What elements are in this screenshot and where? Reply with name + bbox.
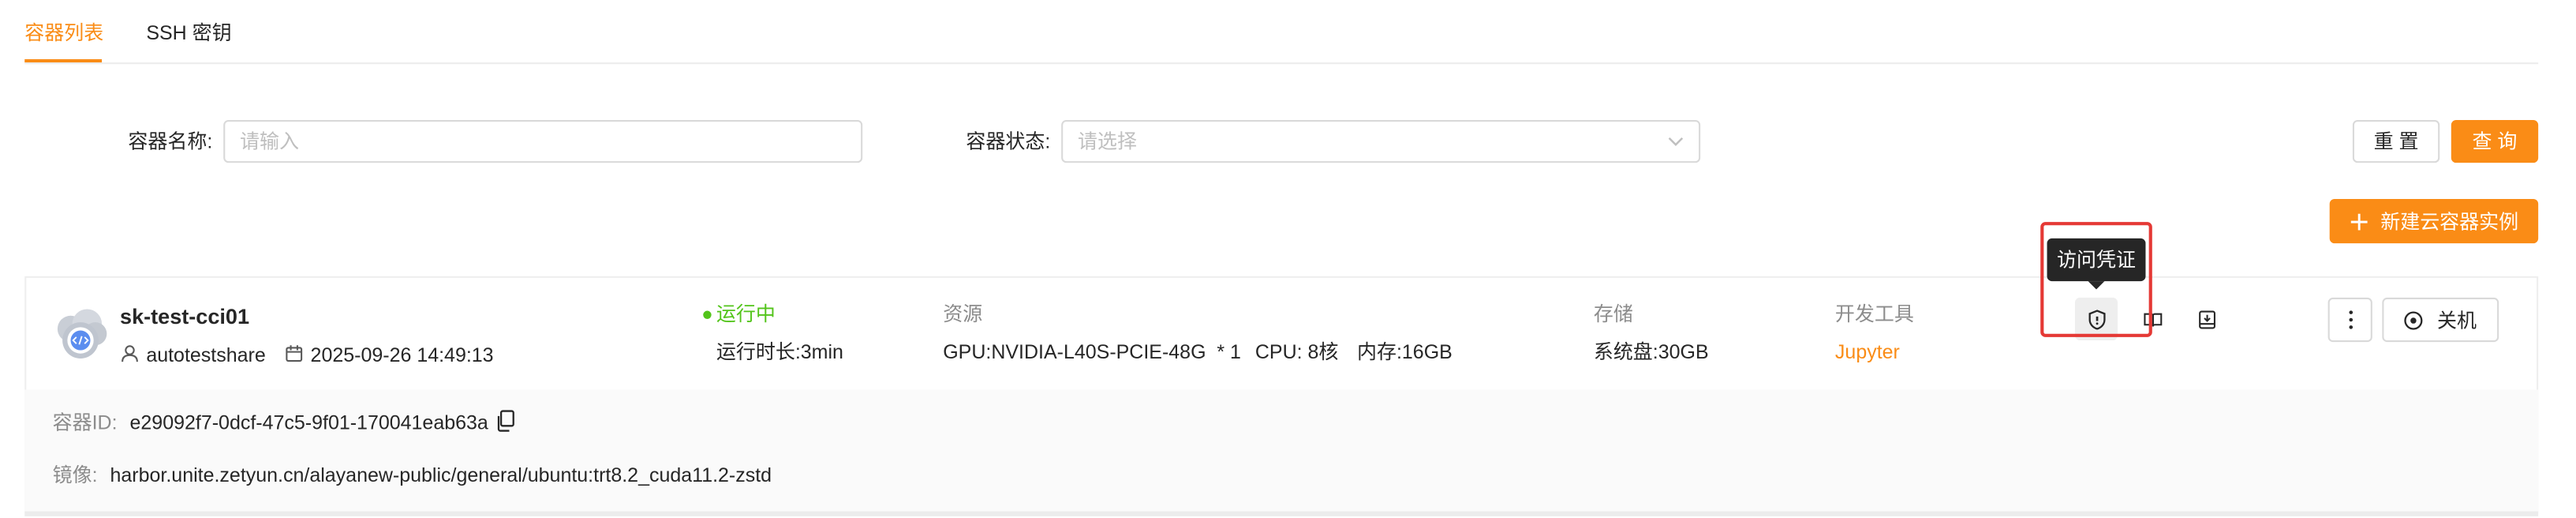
create-container-label: 新建云容器实例 bbox=[2380, 209, 2519, 233]
shutdown-button[interactable]: 关机 bbox=[2382, 297, 2499, 343]
more-actions-button[interactable] bbox=[2327, 297, 2372, 343]
container-avatar-icon bbox=[57, 309, 107, 358]
save-icon bbox=[2198, 310, 2215, 328]
status-dot bbox=[703, 310, 712, 319]
container-id-value: e29092f7-0dcf-47c5-9f01-170041eab63a bbox=[129, 411, 488, 434]
container-status-placeholder: 请选择 bbox=[1077, 130, 1137, 153]
copy-icon[interactable] bbox=[495, 409, 516, 432]
plus-icon bbox=[2350, 212, 2368, 230]
reset-button-label: 重 置 bbox=[2373, 130, 2419, 153]
calendar-icon bbox=[286, 345, 303, 362]
runtime-text: 运行时长:3min bbox=[716, 340, 843, 364]
memory-spec: 内存:16GB bbox=[1356, 340, 1453, 364]
reset-button[interactable]: 重 置 bbox=[2352, 120, 2440, 163]
power-icon bbox=[2405, 310, 2424, 329]
container-id-label: 容器ID: bbox=[52, 411, 118, 434]
card-bottom-shadow bbox=[24, 511, 2539, 516]
status-badge: 运行中 bbox=[716, 302, 776, 326]
jupyter-link[interactable]: Jupyter bbox=[1835, 339, 1900, 365]
container-name[interactable]: sk-test-cci01 bbox=[120, 304, 249, 330]
highlight-box bbox=[2040, 222, 2152, 337]
chevron-down-icon bbox=[1668, 137, 1684, 147]
create-container-button[interactable]: 新建云容器实例 bbox=[2329, 198, 2539, 244]
cpu-spec: CPU: 8核 bbox=[1254, 340, 1339, 364]
container-created-at: 2025-09-26 14:49:13 bbox=[310, 343, 494, 367]
tabs-divider bbox=[24, 62, 2539, 65]
more-vertical-icon bbox=[2348, 310, 2353, 329]
save-image-button[interactable] bbox=[2185, 298, 2227, 340]
user-icon bbox=[122, 345, 138, 362]
resource-title: 资源 bbox=[943, 302, 983, 326]
system-disk: 系统盘:30GB bbox=[1593, 340, 1709, 364]
container-owner: autotestshare bbox=[146, 343, 266, 367]
search-button-label: 查 询 bbox=[2472, 130, 2518, 153]
container-name-input[interactable]: 请输入 bbox=[223, 120, 863, 163]
container-name-placeholder: 请输入 bbox=[240, 130, 300, 153]
container-card-details bbox=[24, 389, 2539, 513]
image-label: 镜像: bbox=[52, 464, 98, 487]
gpu-spec: GPU:NVIDIA-L40S-PCIE-48G * 1 bbox=[943, 340, 1241, 364]
search-button[interactable]: 查 询 bbox=[2451, 120, 2539, 163]
container-name-label: 容器名称: bbox=[128, 130, 213, 153]
container-status-label: 容器状态: bbox=[966, 130, 1051, 153]
shutdown-label: 关机 bbox=[2437, 308, 2477, 332]
dev-tools-title: 开发工具 bbox=[1834, 302, 1914, 326]
container-status-select[interactable]: 请选择 bbox=[1061, 120, 1701, 163]
tab-ssh-keys[interactable]: SSH 密钥 bbox=[146, 20, 231, 46]
tab-container-list[interactable]: 容器列表 bbox=[24, 20, 103, 46]
storage-title: 存储 bbox=[1593, 302, 1633, 326]
image-value: harbor.unite.zetyun.cn/alayanew-public/g… bbox=[110, 464, 772, 487]
